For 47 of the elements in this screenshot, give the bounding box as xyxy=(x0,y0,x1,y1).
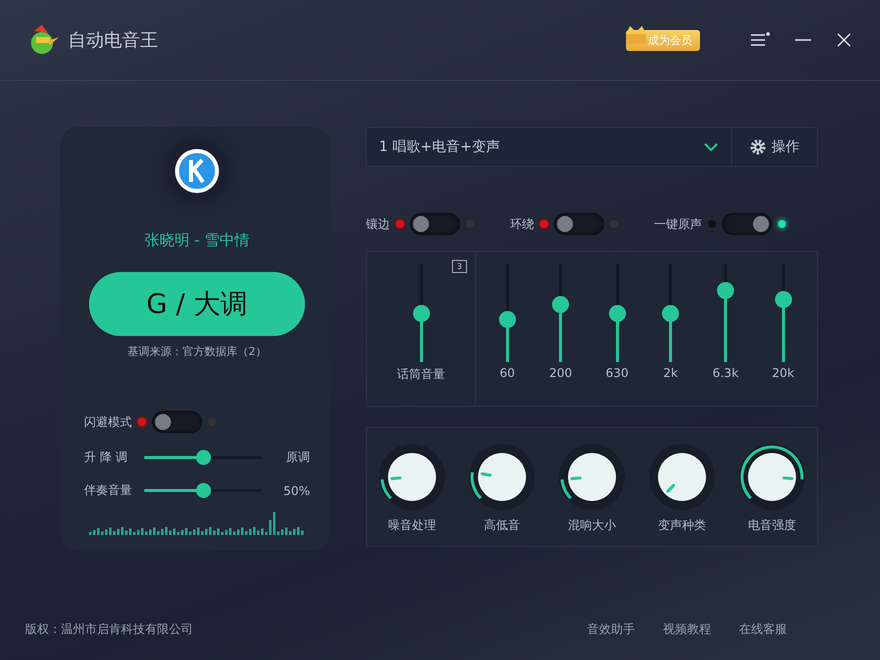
slider-thumb[interactable] xyxy=(662,304,679,322)
eq-band-label: 60 xyxy=(500,366,515,380)
footer-link[interactable]: 视频教程 xyxy=(663,620,711,638)
settings-icon xyxy=(750,139,766,155)
slider-label: 伴奏音量 xyxy=(84,482,133,499)
slider-label: 升 降 调 xyxy=(84,449,129,466)
slider-thumb[interactable] xyxy=(196,450,210,465)
footer-link[interactable]: 在线客服 xyxy=(739,620,787,638)
knob-label: 电音强度 xyxy=(748,516,796,534)
slider-thumb[interactable] xyxy=(412,304,430,322)
eq-band-label: 6.3k xyxy=(712,366,739,380)
knob-label: 混响大小 xyxy=(568,516,616,534)
footer-link[interactable]: 音效助手 xyxy=(587,620,635,638)
settings-button[interactable]: 操作 xyxy=(731,128,817,166)
slider-thumb[interactable] xyxy=(717,282,734,299)
music-app-icon xyxy=(174,148,220,194)
chevron-down-icon xyxy=(703,142,719,152)
preset-dropdown[interactable]: 1 唱歌+电音+变声 xyxy=(367,128,731,166)
eq-band-label: 200 xyxy=(549,366,572,380)
key-source: 基调来源：官方数据库（2） xyxy=(128,344,266,359)
switch-label: 环绕 xyxy=(510,216,534,232)
toggle-switch[interactable] xyxy=(722,213,772,235)
dodge-label: 闪避模式 xyxy=(84,414,132,430)
eq-band-label: 20k xyxy=(772,366,794,380)
toggle-switch[interactable] xyxy=(152,411,202,433)
switch-label: 镶边 xyxy=(366,216,390,232)
knob-label: 噪音处理 xyxy=(388,516,436,534)
slider-thumb[interactable] xyxy=(498,310,516,328)
knob-label: 高低音 xyxy=(484,516,520,534)
slider-thumb[interactable] xyxy=(552,296,570,314)
eq-band-label: 630 xyxy=(606,366,629,380)
copyright-text: 版权：温州市启肯科技有限公司 xyxy=(25,620,193,638)
slider-reading: 50% xyxy=(282,484,310,498)
slider-thumb[interactable] xyxy=(774,290,792,308)
eq-band-label: 2k xyxy=(663,366,678,380)
switch-label: 一键原声 xyxy=(654,216,702,232)
slider-thumb[interactable] xyxy=(196,483,210,498)
key-button[interactable]: G / 大调 xyxy=(89,272,305,336)
toggle-switch[interactable] xyxy=(554,213,604,235)
slider-reading: 原调 xyxy=(285,449,310,466)
slider-label: 话筒音量 xyxy=(397,366,445,383)
app-title: 自动电音王 xyxy=(68,29,158,52)
slider-thumb[interactable] xyxy=(608,304,626,322)
knob-label: 变声种类 xyxy=(658,516,706,534)
toggle-switch[interactable] xyxy=(410,213,460,235)
channel-badge: 3 xyxy=(452,260,467,273)
song-title: 张晓明 - 雪中情 xyxy=(144,231,250,250)
